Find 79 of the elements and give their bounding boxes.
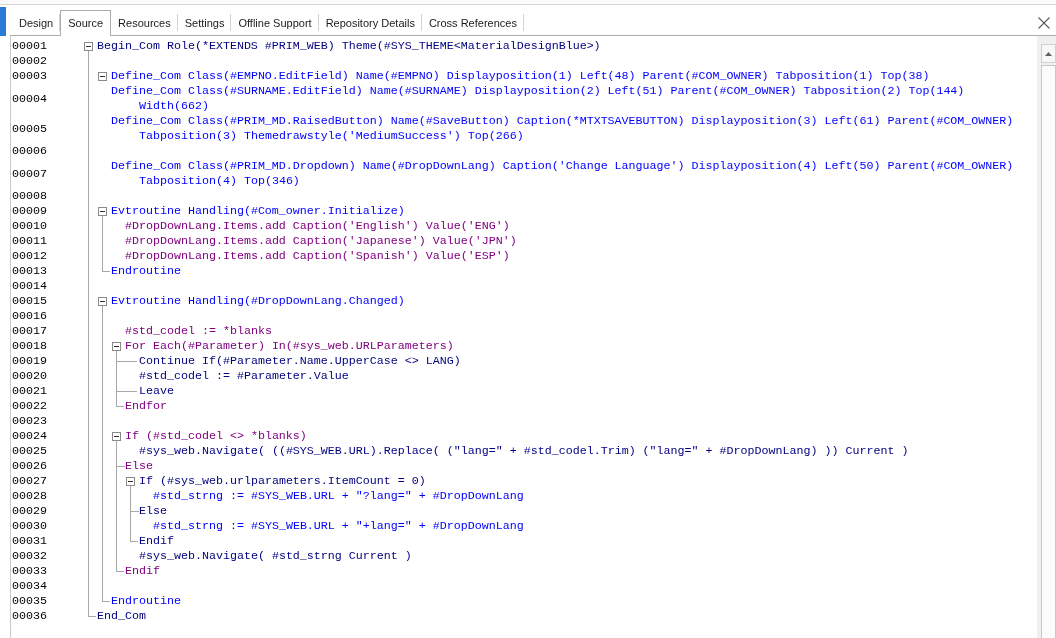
line-number: 00001 xyxy=(12,39,47,54)
line-number: 00035 xyxy=(12,594,47,609)
code-line: If (#sys_web.urlparameters.ItemCount = 0) xyxy=(139,474,426,489)
up-arrow-icon xyxy=(1045,51,1052,56)
code-line: Endif xyxy=(125,564,160,579)
code-line: Endroutine xyxy=(111,264,181,279)
line-number: 00026 xyxy=(12,459,47,474)
code-line: Endroutine xyxy=(111,594,181,609)
minus-box-icon[interactable] xyxy=(98,297,107,306)
code-line: Else xyxy=(139,504,167,519)
line-number: 00036 xyxy=(12,609,47,624)
code-line: Endif xyxy=(139,534,174,549)
vertical-scrollbar[interactable] xyxy=(1037,36,1056,638)
line-number: 00015 xyxy=(12,294,47,309)
code-line: Else xyxy=(125,459,153,474)
line-number: 00025 xyxy=(12,444,47,459)
code-line: #DropDownLang.Items.add Caption('English') Value('ENG') xyxy=(125,219,510,234)
code-line: Leave xyxy=(139,384,174,399)
line-number: 00003 xyxy=(12,69,47,84)
code-line: #sys_web.Navigate( #std_strng Current ) xyxy=(139,549,412,564)
code-line: If (#std_codel <> *blanks) xyxy=(125,429,307,444)
code-line: #std_strng := #SYS_WEB.URL + "+lang=" + #DropDownLang xyxy=(153,519,524,534)
line-number: 00017 xyxy=(12,324,47,339)
code-line: Endfor xyxy=(125,399,167,414)
code-line: #sys_web.Navigate( ((#SYS_WEB.URL).Replace( ("lang=" + #std_codel.Trim) ("lang=" + #DropDownLang) )) Current ) xyxy=(139,444,909,459)
line-number: 00012 xyxy=(12,249,47,264)
code-line: For Each(#Parameter) In(#sys_web.URLParameters) xyxy=(125,339,454,354)
code-line: End_Com xyxy=(97,609,146,624)
line-number: 00028 xyxy=(12,489,47,504)
close-button[interactable] xyxy=(1038,16,1050,29)
line-number: 00019 xyxy=(12,354,47,369)
code-line: Define_Com Class(#PRIM_MD.RaisedButton) Name(#SaveButton) Caption(*MTXTSAVEBUTTON) Displayposition(3) Left(61) Parent(#COM_OWNER) Tabposition(3) Themedrawstyle('MediumSuccess') Top(266) xyxy=(111,114,1015,144)
minus-box-icon[interactable] xyxy=(112,342,121,351)
code-line: Define_Com Class(#PRIM_MD.Dropdown) Name(#DropDownLang) Caption('Change Language') Displayposition(4) Left(50) Parent(#COM_OWNER) Tabposition(4) Top(346) xyxy=(111,159,1015,189)
code-line: Evtroutine Handling(#Com_owner.Initialize) xyxy=(111,204,405,219)
code-line: #DropDownLang.Items.add Caption('Japanese') Value('JPN') xyxy=(125,234,517,249)
line-number: 00013 xyxy=(12,264,47,279)
line-number: 00018 xyxy=(12,339,47,354)
line-number: 00022 xyxy=(12,399,47,414)
code-line: Evtroutine Handling(#DropDownLang.Changed) xyxy=(111,294,405,309)
line-number: 00024 xyxy=(12,429,47,444)
code-line: #std_strng := #SYS_WEB.URL + "?lang=" + #DropDownLang xyxy=(153,489,524,504)
code-line: Continue If(#Parameter.Name.UpperCase <> LANG) xyxy=(139,354,461,369)
line-number: 00033 xyxy=(12,564,47,579)
minus-box-icon[interactable] xyxy=(84,42,93,51)
code-line: #std_codel := *blanks xyxy=(125,324,272,339)
line-number: 00021 xyxy=(12,384,47,399)
line-number: 00030 xyxy=(12,519,47,534)
code-line: Define_Com Class(#EMPNO.EditField) Name(#EMPNO) Displayposition(1) Left(48) Parent(#COM_OWNER) Tabposition(1) Top(38) xyxy=(111,69,930,84)
line-number: 00034 xyxy=(12,579,47,594)
line-number: 00002 xyxy=(12,54,47,69)
line-number: 00014 xyxy=(12,279,47,294)
code-line: Define_Com Class(#SURNAME.EditField) Name(#SURNAME) Displayposition(2) Left(51) Parent(#COM_OWNER) Tabposition(2) Top(144) Width(662) xyxy=(111,84,966,114)
line-number: 00005 xyxy=(12,121,47,137)
line-number: 00008 xyxy=(12,189,47,204)
minus-box-icon[interactable] xyxy=(98,207,107,216)
line-number: 00029 xyxy=(12,504,47,519)
line-number: 00023 xyxy=(12,414,47,429)
line-number: 00004 xyxy=(12,91,47,107)
code-line: #DropDownLang.Items.add Caption('Spanish') Value('ESP') xyxy=(125,249,510,264)
minus-box-icon[interactable] xyxy=(98,72,107,81)
line-number: 00031 xyxy=(12,534,47,549)
line-number: 00010 xyxy=(12,219,47,234)
line-number: 00011 xyxy=(12,234,47,249)
minus-box-icon[interactable] xyxy=(126,477,135,486)
line-number: 00020 xyxy=(12,369,47,384)
tab[interactable]: Source xyxy=(60,10,112,36)
minus-box-icon[interactable] xyxy=(112,432,121,441)
code-line: #std_codel := #Parameter.Value xyxy=(139,369,349,384)
line-number: 00016 xyxy=(12,309,47,324)
code-line: Begin_Com Role(*EXTENDS #PRIM_WEB) Theme(#SYS_THEME<MaterialDesignBlue>) xyxy=(97,39,601,54)
line-number: 00027 xyxy=(12,474,47,489)
line-number: 00006 xyxy=(12,144,47,159)
scroll-up-button[interactable] xyxy=(1041,44,1056,63)
line-number: 00007 xyxy=(12,166,47,182)
scrollbar-thumb[interactable] xyxy=(1041,65,1056,638)
line-number: 00032 xyxy=(12,549,47,564)
close-icon xyxy=(1038,16,1050,29)
line-number: 00009 xyxy=(12,204,47,219)
